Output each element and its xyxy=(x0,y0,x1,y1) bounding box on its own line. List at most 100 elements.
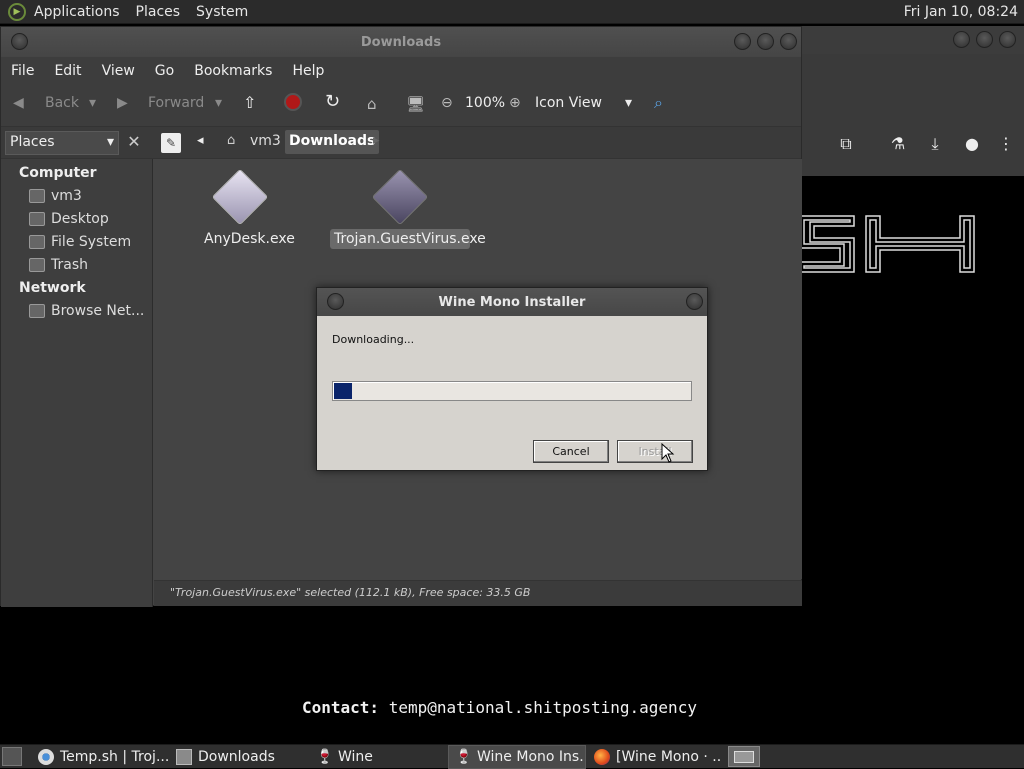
view-mode-chevron-icon[interactable]: ▾ xyxy=(625,95,632,111)
menu-applications[interactable]: Applications xyxy=(26,4,128,20)
browser-icon xyxy=(38,749,54,765)
forward-arrow-icon[interactable]: ▶ xyxy=(117,95,128,111)
mouse-cursor-icon xyxy=(661,443,675,463)
close-button[interactable] xyxy=(780,33,797,50)
sidebar-item-vm3[interactable]: vm3 xyxy=(29,188,82,204)
show-desktop-icon[interactable] xyxy=(2,747,22,766)
zoom-in-icon[interactable]: ⊕ xyxy=(509,95,521,111)
file-item-anydesk[interactable]: AnyDesk.exe xyxy=(200,168,295,249)
menu-kebab-icon[interactable]: ⋮ xyxy=(996,134,1016,154)
edit-location-icon[interactable]: ✎ xyxy=(161,133,181,153)
breadcrumb-vm3[interactable]: vm3 xyxy=(250,133,281,149)
toolbar: ◀ Back ▾ ▶ Forward ▾ ⇧ ↻ ⌂ 🖥 ⊖ 100% ⊕ Ic… xyxy=(1,85,801,127)
task-wine[interactable]: 🍷 Wine xyxy=(310,745,446,769)
task-label: Wine Mono Ins... xyxy=(477,749,586,765)
browser-close-button[interactable] xyxy=(999,31,1016,48)
breadcrumb-home-icon: ⌂ xyxy=(227,133,236,148)
home-icon[interactable]: ⌂ xyxy=(367,95,377,113)
up-arrow-icon[interactable]: ⇧ xyxy=(243,93,256,112)
sidebar-item-label: Desktop xyxy=(51,211,109,227)
dialog-close-button[interactable] xyxy=(686,293,703,310)
menu-bookmarks[interactable]: Bookmarks xyxy=(184,63,282,79)
dialog-titlebar[interactable]: Wine Mono Installer xyxy=(317,288,707,316)
file-name-selected: Trojan.GuestVirus.exe xyxy=(330,229,486,249)
maximize-button[interactable] xyxy=(757,33,774,50)
contact-line: Contact: temp@national.shitposting.agenc… xyxy=(302,698,697,717)
contact-label: Contact: xyxy=(302,698,380,717)
places-combo-label: Places xyxy=(10,134,55,150)
desktop-icon xyxy=(29,212,45,226)
window-title: Downloads xyxy=(360,34,442,50)
install-button[interactable]: Install xyxy=(617,440,693,463)
task-label: Wine xyxy=(338,749,373,765)
flask-icon[interactable]: ⚗ xyxy=(888,134,908,154)
wine-glass-icon: 🍷 xyxy=(316,749,334,765)
sidebar-item-label: Trash xyxy=(51,257,88,273)
menu-places[interactable]: Places xyxy=(128,4,189,20)
sidebar-item-browse-network[interactable]: Browse Net... xyxy=(29,303,144,319)
workspace-switcher[interactable] xyxy=(728,746,760,767)
applications-logo-icon[interactable]: ▶ xyxy=(8,2,26,21)
sidebar-item-trash[interactable]: Trash xyxy=(29,257,88,273)
breadcrumb-downloads[interactable]: Downloads xyxy=(285,130,380,154)
browser-minimize-button[interactable] xyxy=(953,31,970,48)
top-panel: ▶ Applications Places System Fri Jan 10,… xyxy=(0,0,1024,24)
browser-toolbar: ⧉ ⚗ ⤓ ● ⋮ xyxy=(800,54,1024,176)
window-menu-button[interactable] xyxy=(11,33,28,50)
wine-mono-installer-dialog: Wine Mono Installer Downloading... Cance… xyxy=(316,287,708,471)
reload-icon[interactable]: ↻ xyxy=(325,91,340,112)
task-label: Temp.sh | Troj... xyxy=(60,749,168,765)
forward-button[interactable]: Forward xyxy=(148,95,204,111)
breadcrumb-right-icon[interactable]: ▸ xyxy=(373,133,380,148)
progress-fill xyxy=(334,383,352,399)
close-sidebar-icon[interactable]: ✕ xyxy=(123,131,145,155)
menu-view[interactable]: View xyxy=(92,63,145,79)
task-wine-mono-installer[interactable]: 🍷 Wine Mono Ins... xyxy=(448,745,586,769)
back-history-chevron-icon[interactable]: ▾ xyxy=(89,95,96,111)
task-temp-sh[interactable]: Temp.sh | Troj... xyxy=(32,745,168,769)
menu-help[interactable]: Help xyxy=(282,63,334,79)
sidebar: Places ▾ ✕ Computer vm3 Desktop File Sys… xyxy=(1,131,153,607)
clock[interactable]: Fri Jan 10, 08:24 xyxy=(904,4,1018,20)
wine-glass-icon: 🍷 xyxy=(455,749,473,765)
contact-email[interactable]: temp@national.shitposting.agency xyxy=(389,698,697,717)
forward-history-chevron-icon[interactable]: ▾ xyxy=(215,95,222,111)
file-name: AnyDesk.exe xyxy=(204,231,295,247)
file-item-trojan[interactable]: Trojan.GuestVirus.exe xyxy=(330,168,486,249)
back-arrow-icon[interactable]: ◀ xyxy=(13,95,24,111)
file-manager-titlebar[interactable]: Downloads xyxy=(1,27,801,57)
task-firefox-wine-mono[interactable]: [Wine Mono · ... xyxy=(588,745,722,769)
menubar: File Edit View Go Bookmarks Help xyxy=(1,57,801,85)
menu-file[interactable]: File xyxy=(1,63,44,79)
computer-icon[interactable]: 🖥 xyxy=(406,95,425,113)
exe-file-icon xyxy=(371,168,429,226)
minimize-button[interactable] xyxy=(734,33,751,50)
places-combo[interactable]: Places ▾ xyxy=(5,131,119,155)
back-button[interactable]: Back xyxy=(45,95,79,111)
sidebar-item-desktop[interactable]: Desktop xyxy=(29,211,109,227)
site-logo-ascii xyxy=(800,215,975,273)
search-icon[interactable]: ⌕ xyxy=(654,93,663,113)
taskbar: Temp.sh | Troj... Downloads 🍷 Wine 🍷 Win… xyxy=(0,744,1024,769)
menu-system[interactable]: System xyxy=(188,4,256,20)
places-chevron-icon: ▾ xyxy=(106,134,114,150)
sidebar-item-file-system[interactable]: File System xyxy=(29,234,131,250)
download-icon[interactable]: ⤓ xyxy=(925,134,945,154)
stop-icon[interactable] xyxy=(284,93,302,115)
menu-edit[interactable]: Edit xyxy=(44,63,91,79)
browser-maximize-button[interactable] xyxy=(976,31,993,48)
breadcrumb-left-icon[interactable]: ◂ xyxy=(197,133,204,148)
menu-go[interactable]: Go xyxy=(145,63,184,79)
browser-titlebar xyxy=(800,26,1024,54)
extensions-icon[interactable]: ⧉ xyxy=(836,134,856,154)
cancel-button[interactable]: Cancel xyxy=(533,440,609,463)
account-icon[interactable]: ● xyxy=(962,134,982,154)
dialog-menu-button[interactable] xyxy=(327,293,344,310)
zoom-level[interactable]: 100% xyxy=(465,95,505,111)
dialog-message: Downloading... xyxy=(332,333,415,346)
workspace-icon xyxy=(734,751,754,763)
zoom-out-icon[interactable]: ⊖ xyxy=(441,95,453,111)
exe-file-icon xyxy=(211,168,269,226)
view-mode-select[interactable]: Icon View xyxy=(535,95,602,111)
task-downloads[interactable]: Downloads xyxy=(170,745,306,769)
